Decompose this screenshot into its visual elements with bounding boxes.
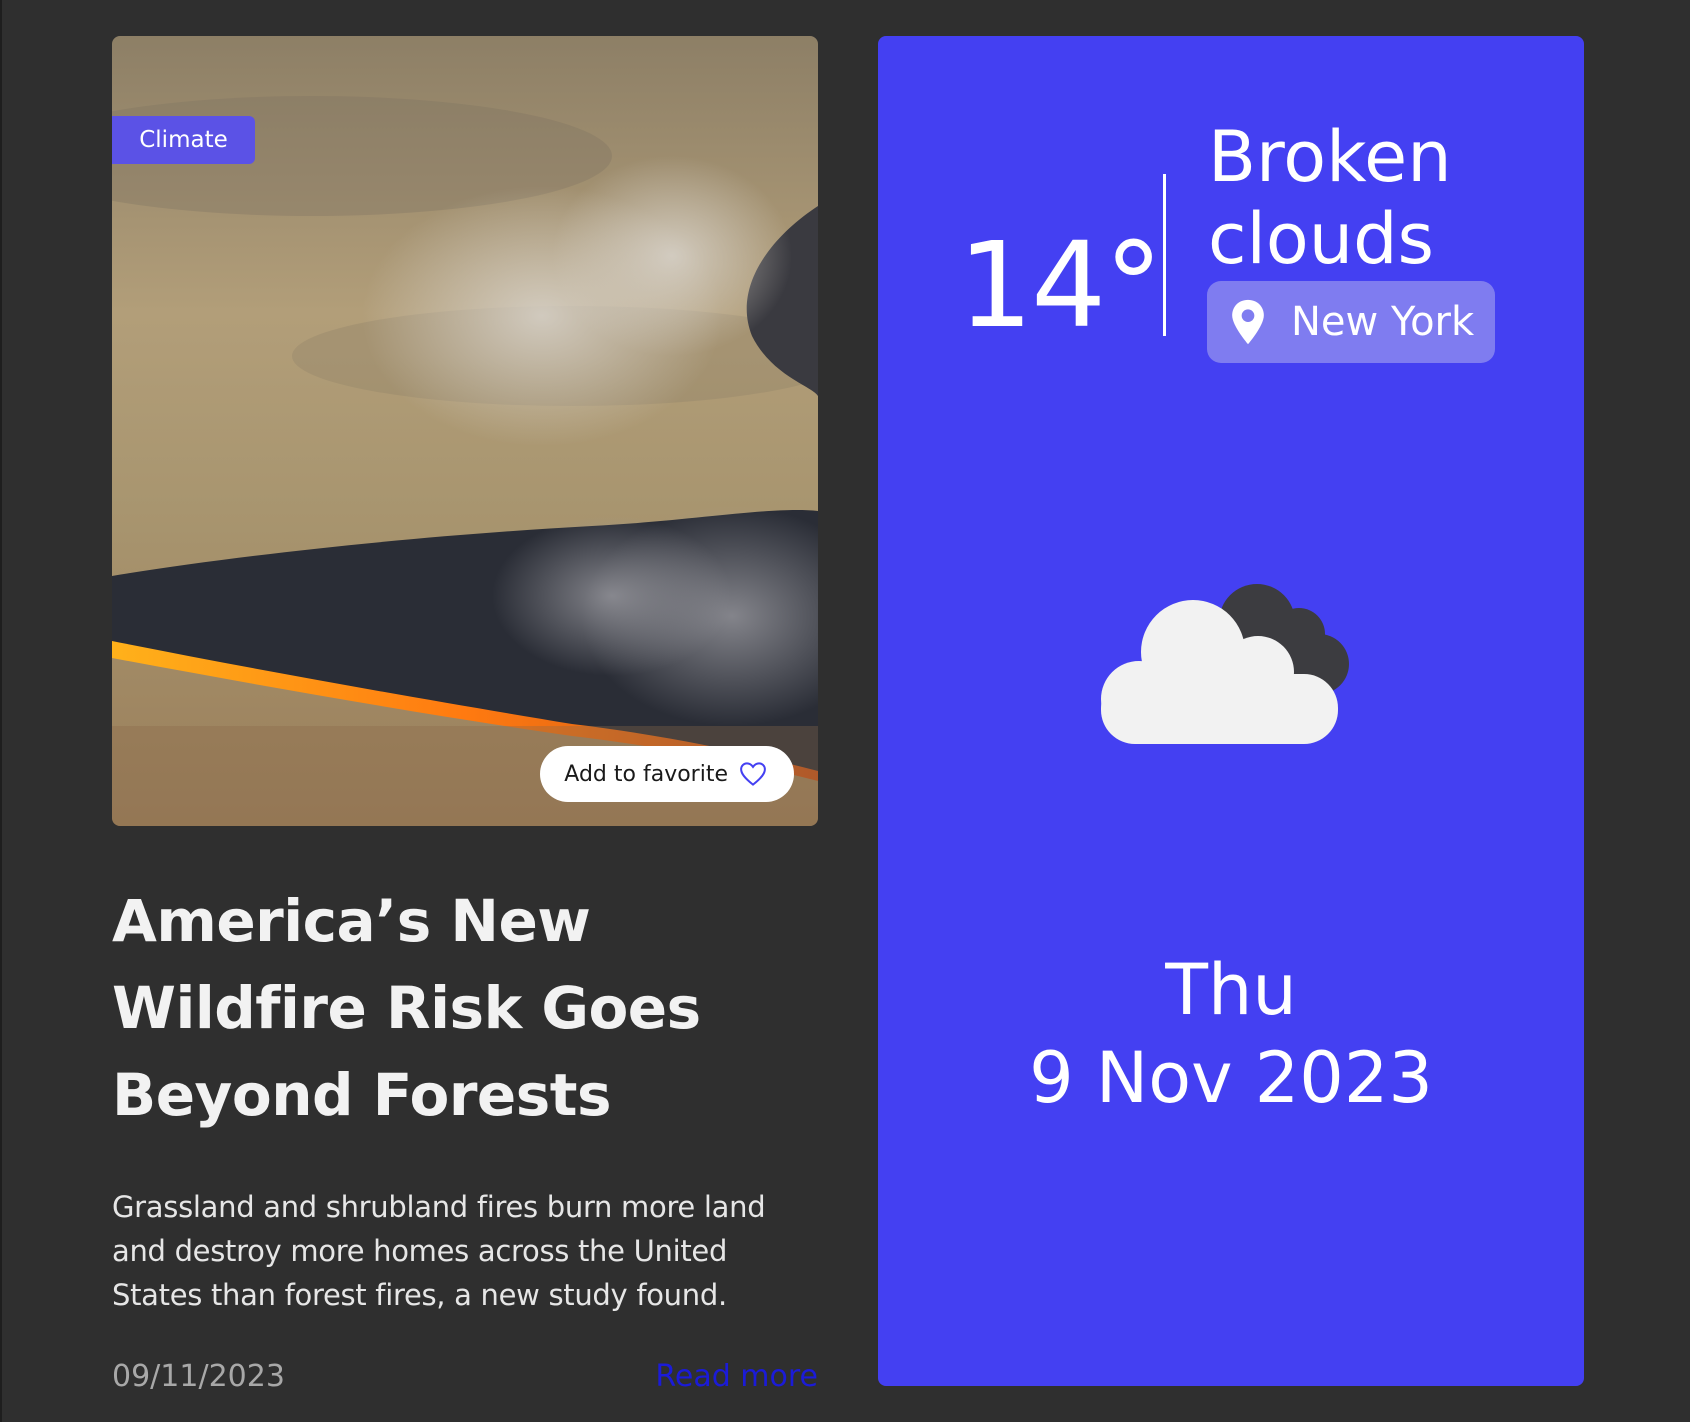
divider: [1163, 174, 1166, 336]
weather-day: Thu: [1165, 949, 1297, 1031]
article-image[interactable]: Climate Add to favorite: [112, 36, 818, 826]
weather-condition: Broken clouds: [1208, 116, 1452, 280]
weather-card: 14° Broken clouds New York Thu 9 Nov 202…: [878, 36, 1584, 1386]
broken-clouds-icon: [1093, 564, 1377, 744]
article-date: 09/11/2023: [112, 1359, 285, 1394]
add-to-favorite-button[interactable]: Add to favorite: [540, 746, 794, 802]
article-summary: Grassland and shrubland fires burn more …: [112, 1190, 766, 1312]
heart-icon: [740, 762, 766, 786]
page-edge: [0, 0, 2, 1422]
article-footer: 09/11/2023 Read more: [112, 1359, 818, 1394]
location-pin-icon: [1232, 299, 1264, 345]
add-to-favorite-label: Add to favorite: [564, 761, 728, 787]
weather-full-date: 9 Nov 2023: [1029, 1037, 1433, 1119]
news-card: Climate Add to favorite America’s New Wi…: [112, 36, 818, 1394]
location-chip[interactable]: New York: [1207, 281, 1495, 363]
weather-date: Thu 9 Nov 2023: [878, 946, 1584, 1122]
location-name: New York: [1291, 299, 1475, 345]
temperature: 14°: [958, 216, 1163, 354]
read-more-link[interactable]: Read more: [655, 1359, 818, 1394]
article-title[interactable]: America’s New Wildfire Risk Goes Beyond …: [112, 878, 818, 1139]
category-badge[interactable]: Climate: [112, 116, 255, 164]
